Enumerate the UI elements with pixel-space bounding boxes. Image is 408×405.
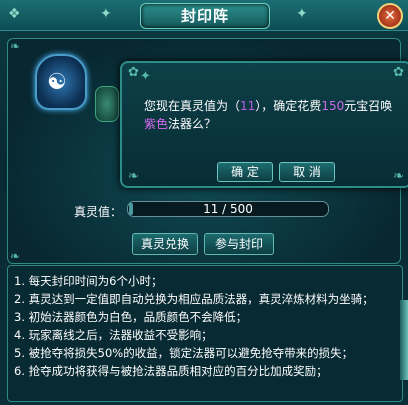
cost-highlight: 150 — [321, 99, 345, 113]
side-edge-decoration — [400, 300, 408, 380]
yin-yang-seal-icon[interactable]: ☯ — [33, 50, 87, 110]
close-button[interactable]: ✕ — [377, 3, 403, 29]
ornament-icon: ✦ — [140, 69, 151, 84]
cancel-button[interactable]: 取 消 — [279, 162, 335, 182]
rule-item: 4. 玩家离线之后，法器收益不受影响； — [14, 328, 213, 342]
confirm-dialog: ✿ ✦ ✿ ❧ ❧ 您现在真灵值为（11），确定花费150元宝召唤紫色法器么？ … — [120, 61, 408, 188]
spirit-value-label: 真灵值： — [74, 205, 123, 219]
corner-ornament-icon: ❧ — [10, 39, 21, 53]
color-highlight: 紫色 — [144, 117, 169, 131]
corner-ornament-icon: ❧ — [10, 249, 21, 263]
spirit-value-highlight: 11 — [240, 99, 256, 113]
corner-ornament-icon: ❧ — [128, 169, 139, 184]
rule-item: 6. 抢夺成功将获得与被抢法器品质相对应的百分比加成奖励； — [14, 364, 328, 378]
corner-ornament-icon: ✿ — [128, 65, 139, 80]
seal-slot-icon[interactable] — [95, 86, 119, 122]
ornament-icon: ✦ — [100, 6, 112, 22]
seal-array-window: ❖ ✦ 封印阵 ✦ ✕ ❧ ❧ ☯ 真灵值： 11 / 500 真灵兑换 参与封… — [0, 0, 408, 405]
spirit-progress-text: 11 / 500 — [203, 202, 253, 216]
rule-item: 5. 被抢夺将损失50%的收益，锁定法器可以避免抢夺带来的损失； — [14, 346, 354, 360]
join-seal-button[interactable]: 参与封印 — [204, 233, 274, 255]
rule-item: 3. 初始法器颜色为白色，品质颜色不会降低； — [14, 310, 248, 324]
dialog-message: 您现在真灵值为（11），确定花费150元宝召唤紫色法器么？ — [144, 99, 393, 131]
spirit-progress-bar: 11 / 500 — [127, 201, 329, 217]
confirm-button[interactable]: 确 定 — [217, 162, 273, 182]
rules-panel: 1. 每天封印时间为6个小时； 2. 真灵达到一定值即自动兑换为相应品质法器，真… — [7, 265, 403, 402]
ornament-icon: ✦ — [296, 6, 308, 22]
corner-ornament-icon: ✿ — [393, 65, 404, 80]
title-bar: ❖ ✦ 封印阵 ✦ ✕ — [0, 0, 408, 31]
window-title-plate: 封印阵 — [140, 3, 270, 29]
spirit-progress-fill — [129, 203, 133, 215]
rule-item: 2. 真灵达到一定值即自动兑换为相应品质法器，真灵淬炼材料为坐骑； — [14, 292, 374, 306]
window-title: 封印阵 — [180, 7, 229, 25]
ornament-icon: ❖ — [8, 6, 21, 22]
corner-ornament-icon: ❧ — [393, 169, 404, 184]
spirit-exchange-button[interactable]: 真灵兑换 — [132, 233, 198, 255]
rule-item: 1. 每天封印时间为6个小时； — [14, 274, 163, 288]
